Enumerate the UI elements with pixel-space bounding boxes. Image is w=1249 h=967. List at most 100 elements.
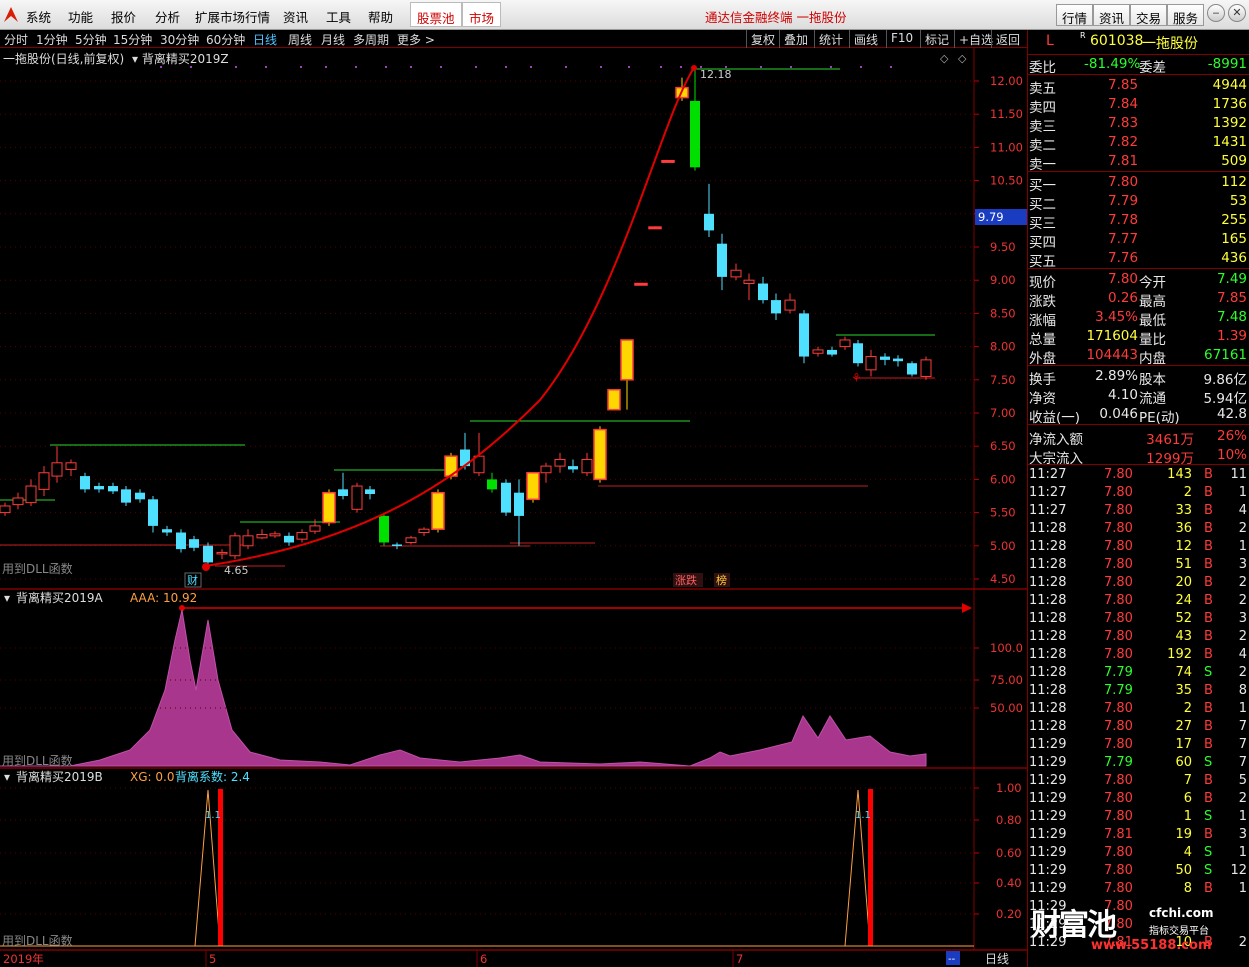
sub-a-axis-label: 75.00 xyxy=(990,673,1023,687)
stock-pool-button[interactable]: 股票池 xyxy=(410,2,462,27)
period-60min[interactable]: 60分钟 xyxy=(206,31,245,48)
candle xyxy=(135,489,145,503)
tick-time: 11:28 xyxy=(1029,575,1067,590)
tick-time: 11:29 xyxy=(1029,845,1067,860)
tool-stats[interactable]: 统计 xyxy=(814,30,847,48)
sub-b-icon: ▾ xyxy=(4,770,10,784)
ask-volume: 509 xyxy=(1221,153,1247,169)
period-multi[interactable]: 多周期 xyxy=(353,31,389,48)
stat-value: 7.48 xyxy=(1216,309,1247,325)
sub-a-axis: 100.0 75.00 50.00 xyxy=(0,641,1023,715)
period-more[interactable]: 更多 > xyxy=(397,31,435,48)
news-button[interactable]: 资讯 xyxy=(1093,4,1131,26)
menu-item-quote[interactable]: 报价 xyxy=(111,7,136,26)
candle xyxy=(431,489,445,533)
flow-row: 大宗流入 1299万 10% xyxy=(1028,446,1249,467)
signal-dot xyxy=(475,66,477,68)
menu-item-extended-market[interactable]: 扩展市场行情 xyxy=(195,7,270,26)
arc-start-dot xyxy=(202,563,210,571)
tick-row: 11:29 7.80 17 B 7 xyxy=(1028,736,1249,754)
stat-label: 外盘 xyxy=(1029,351,1056,367)
period-5min[interactable]: 5分钟 xyxy=(75,31,107,48)
watermark-sub: 指标交易平台 xyxy=(1149,926,1209,937)
candle xyxy=(176,529,186,553)
bid-row: 买一 7.80 112 xyxy=(1028,173,1249,194)
signal-dot xyxy=(760,66,762,68)
stock-code: 601038 xyxy=(1090,33,1144,49)
price-axis-label: 11.00 xyxy=(990,140,1023,154)
fundamental-row: 净资 4.10 流通 5.94亿 xyxy=(1028,386,1249,407)
stock-mark: L xyxy=(1046,33,1054,49)
sub-b-axis-label: 0.20 xyxy=(996,907,1022,921)
tick-count: 5 xyxy=(1238,773,1247,788)
diamond-icon: ◇ xyxy=(958,52,967,65)
fundamental-label: 流通 xyxy=(1139,391,1166,407)
tool-back[interactable]: 返回 xyxy=(991,30,1024,48)
tick-time: 11:28 xyxy=(1029,629,1067,644)
signal-label-1: 1.1 xyxy=(205,810,221,821)
tick-count: 4 xyxy=(1238,503,1247,518)
close-icon[interactable]: ✕ xyxy=(1228,4,1246,22)
tick-row: 11:28 7.79 35 B 8 xyxy=(1028,682,1249,700)
tick-side: B xyxy=(1204,881,1213,896)
minimize-icon[interactable]: ‒ xyxy=(1207,4,1225,22)
tick-time: 11:28 xyxy=(1029,647,1067,662)
candle xyxy=(514,479,524,546)
tool-mark[interactable]: 标记 xyxy=(920,30,953,48)
menu-item-help[interactable]: 帮助 xyxy=(368,7,393,26)
candle xyxy=(351,482,363,513)
price-gridlines xyxy=(0,80,974,580)
tick-row: 11:29 7.80 7 B 5 xyxy=(1028,772,1249,790)
tool-f10[interactable]: F10 xyxy=(886,30,917,48)
candle xyxy=(51,446,63,483)
tick-price: 7.80 xyxy=(1104,503,1133,518)
price-axis-label: 5.50 xyxy=(990,506,1016,520)
period-1min[interactable]: 1分钟 xyxy=(36,31,68,48)
signal-dot xyxy=(385,66,387,68)
date-month-6: 6 xyxy=(480,952,487,966)
period-daily[interactable]: 日线 xyxy=(253,31,277,48)
menu-item-analysis[interactable]: 分析 xyxy=(155,7,180,26)
menu-item-function[interactable]: 功能 xyxy=(68,7,93,26)
tool-overlay[interactable]: 叠加 xyxy=(779,30,812,48)
service-button[interactable]: 服务 xyxy=(1167,4,1205,26)
candle xyxy=(242,529,254,550)
tick-row: 11:29 7.80 8 B 1 xyxy=(1028,880,1249,898)
period-30min[interactable]: 30分钟 xyxy=(160,31,199,48)
tick-row: 11:28 7.80 2 B 1 xyxy=(1028,700,1249,718)
period-15min[interactable]: 15分钟 xyxy=(113,31,152,48)
candle xyxy=(634,282,648,286)
menu-item-news[interactable]: 资讯 xyxy=(283,7,308,26)
candle xyxy=(907,361,917,377)
menu-item-system[interactable]: 系统 xyxy=(26,7,51,26)
tool-adjust[interactable]: 复权 xyxy=(746,30,779,48)
tool-draw[interactable]: 画线 xyxy=(849,30,882,48)
tick-price: 7.80 xyxy=(1104,593,1133,608)
buy-mark-icon: ⚘ xyxy=(851,371,862,385)
tick-side: S xyxy=(1204,845,1213,860)
flow-percent: 26% xyxy=(1216,428,1247,444)
tick-price: 7.80 xyxy=(1104,629,1133,644)
candle xyxy=(392,542,402,550)
kline-chart[interactable]: 12.18 4.65 ⚘ 财 涨跌 榜 12.00 11.50 11.00 10.50… xyxy=(0,48,1027,967)
menu-item-tools[interactable]: 工具 xyxy=(326,7,351,26)
market-button[interactable]: 市场 xyxy=(462,2,502,27)
tick-side: B xyxy=(1204,629,1213,644)
period-weekly[interactable]: 周线 xyxy=(288,31,312,48)
tick-row: 11:28 7.80 24 B 2 xyxy=(1028,592,1249,610)
sub-b-axis-label: 1.00 xyxy=(996,781,1022,795)
quote-button[interactable]: 行情 xyxy=(1056,4,1094,26)
bid-label: 买三 xyxy=(1029,216,1056,232)
price-axis-label: 7.50 xyxy=(990,373,1016,387)
tick-price: 7.80 xyxy=(1104,701,1133,716)
dll-note-main: 用到DLL函数 xyxy=(2,561,73,576)
stat-label: 涨跌 xyxy=(1029,294,1056,310)
signal-dots xyxy=(160,66,892,68)
candle xyxy=(322,489,336,526)
tick-count: 1 xyxy=(1238,539,1247,554)
trade-button[interactable]: 交易 xyxy=(1130,4,1168,26)
period-monthly[interactable]: 月线 xyxy=(321,31,345,48)
tick-volume: 7 xyxy=(1183,773,1192,788)
period-timeshare[interactable]: 分时 xyxy=(4,31,28,48)
stat-label: 现价 xyxy=(1029,275,1056,291)
